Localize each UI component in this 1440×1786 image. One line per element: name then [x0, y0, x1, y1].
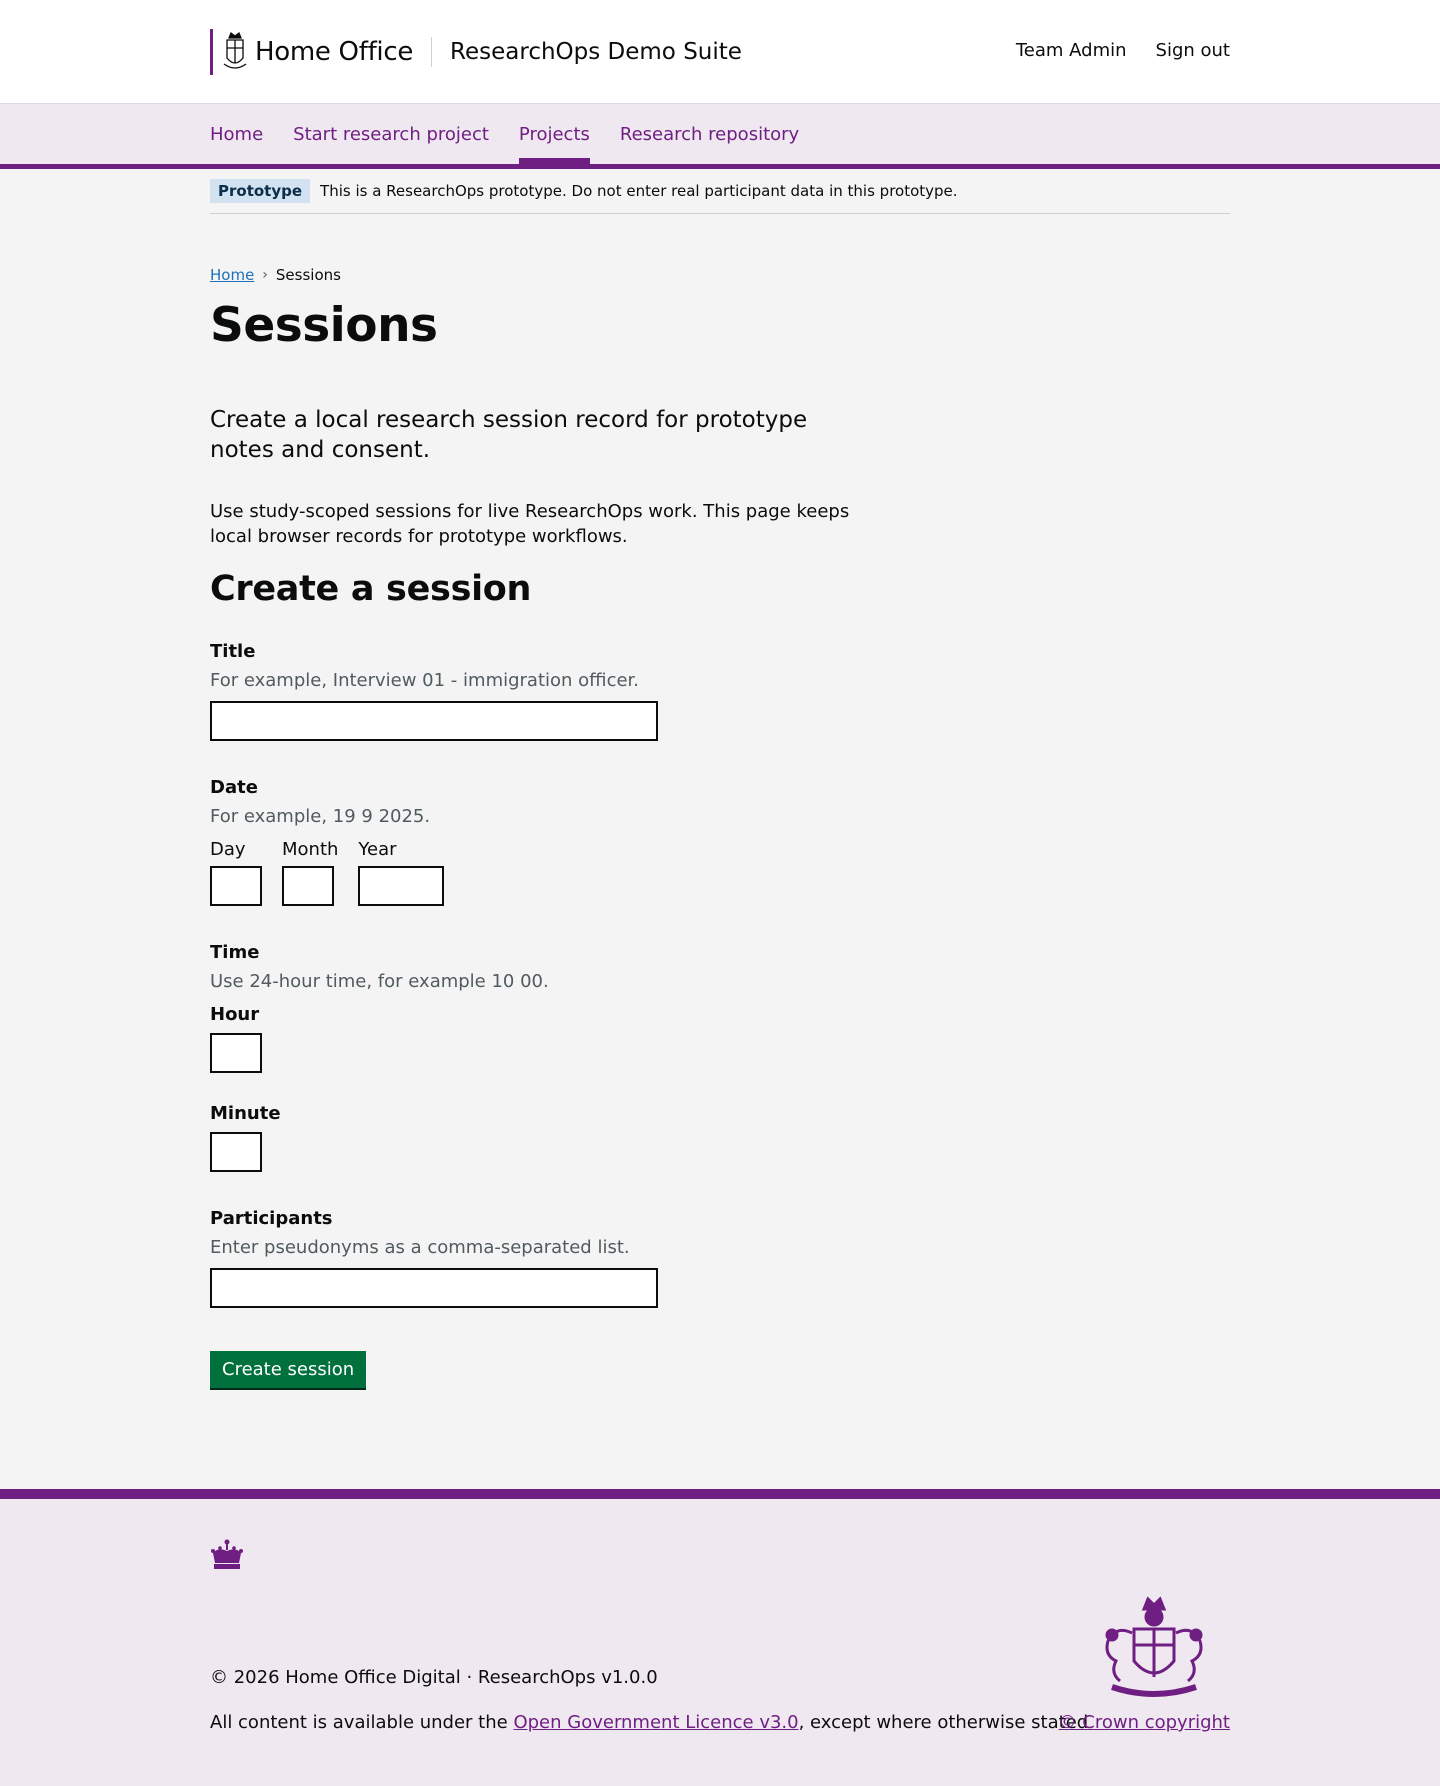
service-name: ResearchOps Demo Suite	[450, 39, 742, 65]
participants-label: Participants	[210, 1208, 333, 1229]
crown-copyright-link[interactable]: © Crown copyright	[1059, 1712, 1230, 1733]
section-heading: Create a session	[210, 569, 532, 609]
title-field-group: Title For example, Interview 01 - immigr…	[210, 641, 1230, 741]
royal-coat-of-arms-icon	[1105, 1596, 1203, 1697]
chevron-right-icon: ›	[262, 267, 268, 283]
site-footer: © 2026 Home Office Digital · ResearchOps…	[0, 1489, 1440, 1786]
crown-icon	[211, 1539, 243, 1569]
brand[interactable]: Home Office ResearchOps Demo Suite	[210, 29, 742, 75]
month-label: Month	[282, 839, 339, 860]
nav-item-projects[interactable]: Projects	[518, 104, 590, 164]
nav-item-start-research-project[interactable]: Start research project	[293, 104, 489, 164]
header-links: Team Admin Sign out	[1016, 40, 1230, 61]
breadcrumb-current: Sessions	[275, 266, 341, 284]
royal-crest-icon	[223, 31, 247, 69]
day-label: Day	[210, 839, 246, 860]
breadcrumb-home-link[interactable]: Home	[210, 266, 254, 284]
phase-banner: Prototype This is a ResearchOps prototyp…	[210, 169, 1230, 214]
nav-item-home[interactable]: Home	[210, 104, 263, 164]
date-hint: For example, 19 9 2025.	[210, 806, 431, 827]
primary-navigation: Home Start research project Projects Res…	[0, 104, 1440, 169]
phase-text: This is a ResearchOps prototype. Do not …	[320, 182, 958, 200]
brand-divider	[431, 37, 433, 67]
minute-input[interactable]	[210, 1132, 262, 1172]
team-admin-link[interactable]: Team Admin	[1016, 40, 1127, 61]
hour-input[interactable]	[210, 1033, 262, 1073]
site-header: Home Office ResearchOps Demo Suite Team …	[0, 0, 1440, 104]
participants-input[interactable]	[210, 1268, 658, 1308]
phase-tag: Prototype	[210, 179, 311, 203]
footer-copyright: © 2026 Home Office Digital · ResearchOps…	[210, 1667, 658, 1688]
date-field-group: Date For example, 19 9 2025. Day Month Y…	[210, 777, 1230, 906]
create-session-button[interactable]: Create session	[210, 1351, 367, 1388]
body-paragraph: Use study-scoped sessions for live Resea…	[210, 501, 850, 547]
time-label: Time	[210, 942, 260, 963]
participants-field-group: Participants Enter pseudonyms as a comma…	[210, 1208, 1230, 1308]
lead-paragraph: Create a local research session record f…	[210, 407, 808, 463]
time-hint: Use 24-hour time, for example 10 00.	[210, 971, 549, 992]
participants-hint: Enter pseudonyms as a comma-separated li…	[210, 1237, 630, 1258]
day-input[interactable]	[210, 866, 262, 906]
time-field-group: Time Use 24-hour time, for example 10 00…	[210, 942, 1230, 1172]
minute-label: Minute	[210, 1103, 281, 1124]
licence-suffix: , except where otherwise stated	[798, 1712, 1089, 1733]
licence-prefix: All content is available under the	[210, 1712, 514, 1733]
year-label: Year	[358, 839, 397, 860]
footer-licence: All content is available under the Open …	[210, 1712, 1088, 1733]
open-government-licence-link[interactable]: Open Government Licence v3.0	[513, 1712, 798, 1733]
sign-out-link[interactable]: Sign out	[1156, 40, 1230, 61]
hour-label: Hour	[210, 1004, 260, 1025]
date-inputs: Day Month Year	[210, 839, 1230, 906]
title-label: Title	[210, 641, 256, 662]
title-hint: For example, Interview 01 - immigration …	[210, 670, 640, 691]
title-input[interactable]	[210, 701, 658, 741]
org-name: Home Office	[255, 37, 414, 67]
year-input[interactable]	[358, 866, 445, 906]
main-content: Home › Sessions Sessions Create a local …	[210, 266, 1230, 1388]
breadcrumb: Home › Sessions	[210, 266, 1230, 284]
page-title: Sessions	[210, 298, 438, 353]
date-label: Date	[210, 777, 258, 798]
nav-item-research-repository[interactable]: Research repository	[620, 104, 799, 164]
month-input[interactable]	[282, 866, 334, 906]
